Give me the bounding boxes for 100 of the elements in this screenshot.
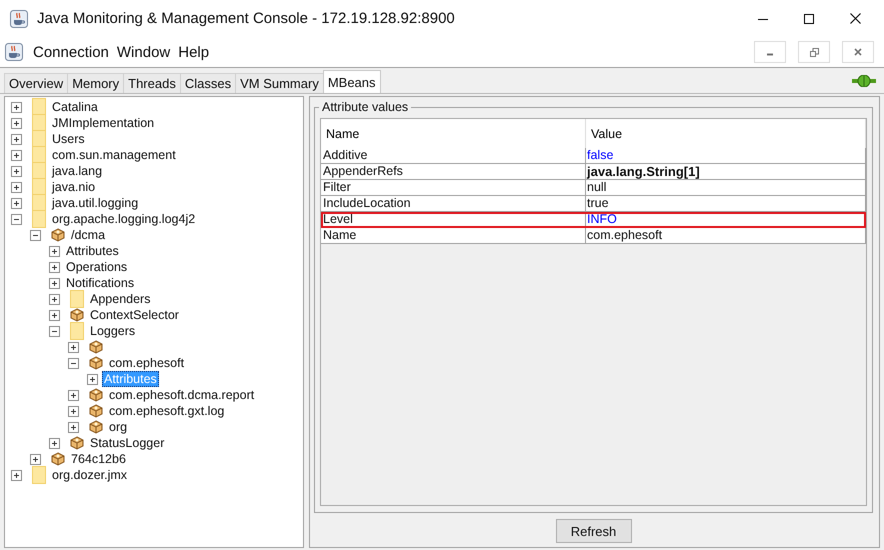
- tree-item[interactable]: org.dozer.jmx: [50, 467, 130, 483]
- expand-toggle[interactable]: [49, 438, 60, 448]
- folder-icon: [32, 210, 46, 228]
- tab[interactable]: Threads: [123, 73, 181, 93]
- tab[interactable]: Overview: [4, 73, 68, 93]
- plus-icon: [12, 118, 21, 128]
- expand-toggle[interactable]: [49, 294, 60, 304]
- close-icon: [850, 13, 860, 24]
- tree-item[interactable]: Operations: [64, 259, 130, 275]
- plus-icon: [88, 374, 97, 384]
- expand-toggle[interactable]: [49, 262, 60, 272]
- tree-item[interactable]: java.util.logging: [50, 195, 140, 211]
- tree-item[interactable]: 764c12b6: [69, 451, 128, 467]
- group-title: Attribute values: [319, 100, 412, 114]
- plus-icon: [69, 422, 78, 432]
- expand-toggle[interactable]: [68, 406, 79, 416]
- tree-item[interactable]: JMImplementation: [50, 115, 156, 131]
- tab[interactable]: MBeans: [322, 70, 381, 93]
- tab[interactable]: Memory: [67, 73, 124, 93]
- plus-icon: [12, 166, 21, 176]
- bean-icon: [51, 228, 65, 242]
- expand-toggle[interactable]: [11, 118, 22, 128]
- folder-icon: [32, 130, 46, 148]
- folder-icon: [32, 162, 46, 180]
- tree-item[interactable]: com.ephesoft.dcma.report: [107, 387, 256, 403]
- bean-icon: [89, 356, 103, 370]
- folder-icon: [32, 114, 46, 132]
- tree-item[interactable]: java.lang: [50, 163, 104, 179]
- app-icon: [10, 10, 28, 28]
- plus-icon: [12, 182, 21, 192]
- expand-toggle[interactable]: [11, 150, 22, 160]
- table-cell: com.ephesoft: [586, 228, 866, 244]
- tree-item[interactable]: java.nio: [50, 179, 98, 195]
- tree-item[interactable]: Catalina: [50, 99, 100, 115]
- plus-icon: [12, 470, 21, 480]
- tree-item[interactable]: org: [107, 419, 130, 435]
- tree-item[interactable]: com.ephesoft.gxt.log: [107, 403, 226, 419]
- folder-icon: [32, 98, 46, 116]
- plus-icon: [50, 278, 59, 288]
- plus-icon: [69, 390, 78, 400]
- folder-icon: [32, 194, 46, 212]
- tree-item[interactable]: ContextSelector: [88, 307, 181, 323]
- folder-icon: [70, 322, 84, 340]
- expand-toggle[interactable]: [11, 134, 22, 144]
- tree-item[interactable]: Attributes: [64, 243, 121, 259]
- plus-icon: [69, 406, 78, 416]
- plus-icon: [50, 438, 59, 448]
- tree-item[interactable]: /dcma: [69, 227, 108, 243]
- expand-toggle[interactable]: [68, 390, 79, 400]
- folder-icon: [32, 178, 46, 196]
- expand-toggle[interactable]: [68, 342, 79, 352]
- plus-icon: [50, 262, 59, 272]
- expand-toggle[interactable]: [11, 198, 22, 208]
- plus-icon: [50, 246, 59, 256]
- plus-icon: [50, 294, 59, 304]
- expand-toggle[interactable]: [11, 102, 22, 112]
- window-title: Java Monitoring & Management Console - 172.19.128.92:8900: [37, 10, 456, 27]
- expand-toggle[interactable]: [49, 278, 60, 288]
- tree-item[interactable]: Users: [50, 131, 87, 147]
- bean-icon: [89, 404, 103, 418]
- tab[interactable]: VM Summary: [235, 73, 324, 93]
- expand-toggle[interactable]: [49, 310, 60, 320]
- plus-icon: [50, 310, 59, 320]
- collapse-toggle[interactable]: [49, 326, 60, 336]
- tree-item[interactable]: org.apache.logging.log4j2: [50, 211, 198, 227]
- collapse-toggle[interactable]: [30, 230, 41, 240]
- plus-icon: [69, 342, 78, 352]
- expand-toggle[interactable]: [11, 470, 22, 480]
- bean-icon: [70, 436, 84, 450]
- refresh-button[interactable]: Refresh: [556, 519, 632, 543]
- bean-icon: [70, 308, 84, 322]
- tree-item[interactable]: Appenders: [88, 291, 152, 307]
- plus-icon: [12, 102, 21, 112]
- expand-toggle[interactable]: [87, 374, 98, 384]
- tab[interactable]: Classes: [180, 73, 236, 93]
- tree-item[interactable]: com.sun.management: [50, 147, 178, 163]
- plus-icon: [12, 150, 21, 160]
- bean-icon: [51, 452, 65, 466]
- expand-toggle[interactable]: [68, 422, 79, 432]
- plus-icon: [12, 198, 21, 208]
- folder-icon: [70, 290, 84, 308]
- plus-icon: [12, 134, 21, 144]
- menu-item[interactable]: Help: [174, 44, 214, 60]
- tree-item[interactable]: Loggers: [88, 323, 138, 339]
- expand-toggle[interactable]: [30, 454, 41, 464]
- menu-item[interactable]: Connection: [29, 44, 113, 60]
- bean-icon: [89, 388, 103, 402]
- collapse-toggle[interactable]: [11, 214, 22, 224]
- menu-item[interactable]: Window: [112, 44, 174, 60]
- tree-item[interactable]: com.ephesoft: [107, 355, 186, 371]
- folder-icon: [32, 146, 46, 164]
- collapse-toggle[interactable]: [68, 358, 79, 368]
- expand-toggle[interactable]: [11, 182, 22, 192]
- tree-item[interactable]: Notifications: [64, 275, 136, 291]
- connection-icon: [852, 74, 876, 86]
- tree-item[interactable]: StatusLogger: [88, 435, 166, 451]
- app-icon: [5, 43, 23, 61]
- bean-icon: [89, 420, 103, 434]
- expand-toggle[interactable]: [11, 166, 22, 176]
- expand-toggle[interactable]: [49, 246, 60, 256]
